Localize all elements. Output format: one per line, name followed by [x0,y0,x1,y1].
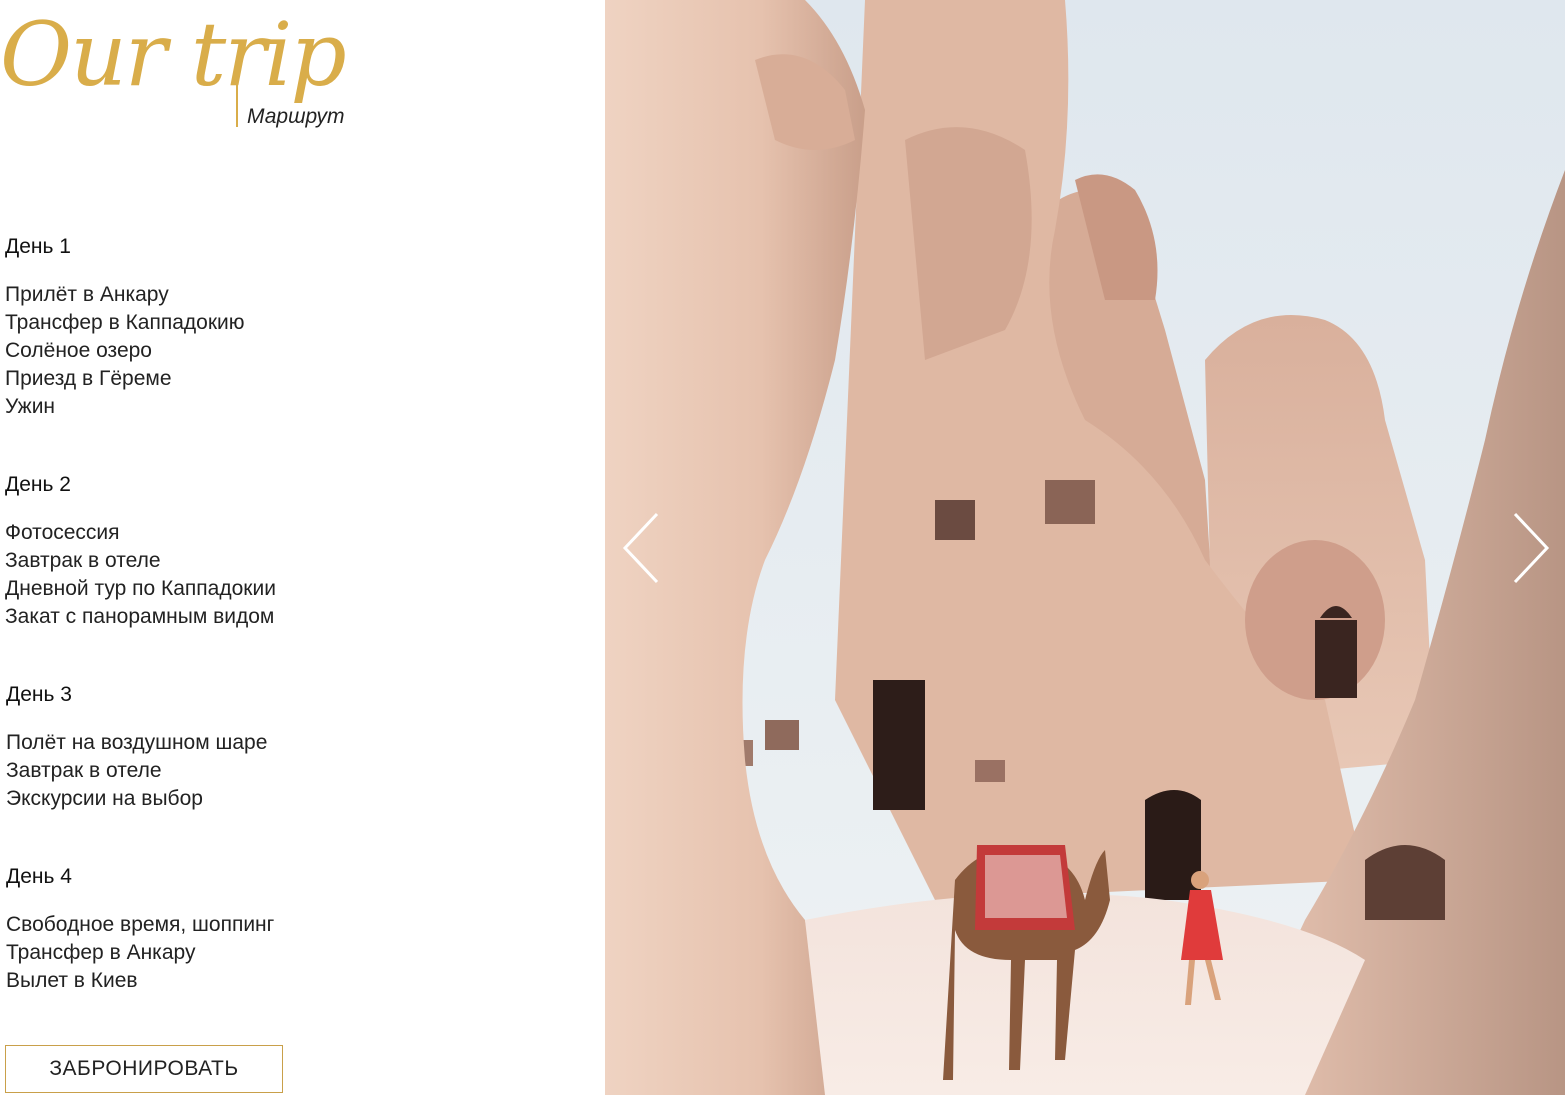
day-activity-list: Свободное время, шоппинг Трансфер в Анка… [6,911,274,995]
list-item: Трансфер в Каппадокию [5,311,245,334]
page-subtitle: Маршрут [247,105,345,128]
list-item: Фотосессия [5,521,120,544]
cappadocia-photo [605,0,1565,1095]
list-item: Завтрак в отеле [5,549,161,572]
list-item: Дневной тур по Каппадокии [5,577,276,600]
list-item: Солёное озеро [5,339,152,362]
itinerary-panel: Our trip Маршрут День 1 Прилёт в Анкару … [0,0,604,1095]
list-item: Закат с панорамным видом [5,605,275,628]
day-block-2: День 2 Фотосессия Завтрак в отеле Дневно… [5,471,276,631]
list-item: Завтрак в отеле [6,759,162,782]
day-block-3: День 3 Полёт на воздушном шаре Завтрак в… [6,681,267,813]
chevron-left-icon[interactable] [619,510,663,586]
list-item: Свободное время, шоппинг [6,913,275,936]
day-title: День 3 [6,683,72,706]
day-block-4: День 4 Свободное время, шоппинг Трансфер… [6,863,274,995]
list-item: Полёт на воздушном шаре [6,731,268,754]
list-item: Вылет в Киев [6,969,138,992]
page-title: Our trip [0,3,347,106]
day-title: День 1 [5,235,71,258]
day-title: День 4 [6,865,72,888]
chevron-right-icon[interactable] [1509,510,1553,586]
day-title: День 2 [5,473,71,496]
list-item: Ужин [5,395,56,418]
list-item: Приезд в Гёреме [5,367,172,390]
day-activity-list: Фотосессия Завтрак в отеле Дневной тур п… [5,519,276,631]
day-activity-list: Полёт на воздушном шаре Завтрак в отеле … [6,729,267,813]
day-block-1: День 1 Прилёт в Анкару Трансфер в Каппад… [5,233,245,421]
list-item: Прилёт в Анкару [5,283,169,306]
list-item: Экскурсии на выбор [6,787,203,810]
photo-slider [605,0,1565,1095]
title-divider [236,80,238,127]
book-button[interactable]: ЗАБРОНИРОВАТЬ [5,1045,283,1093]
day-activity-list: Прилёт в Анкару Трансфер в Каппадокию Со… [5,281,245,421]
list-item: Трансфер в Анкару [6,941,196,964]
